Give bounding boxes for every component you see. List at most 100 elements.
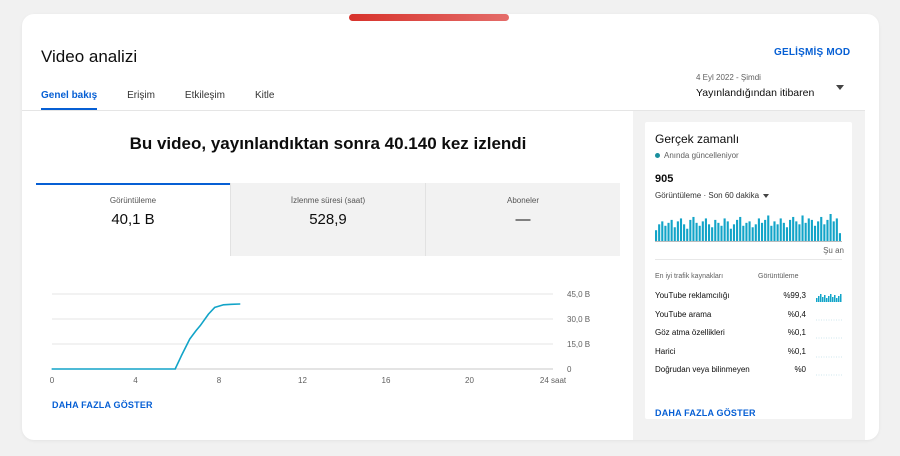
metric-value: — [515,211,531,228]
realtime-title: Gerçek zamanlı [655,132,740,146]
spark-bar [824,295,826,302]
data-point [199,325,201,327]
realtime-bar [801,215,804,242]
x-tick-label: 16 [382,376,391,385]
realtime-card: Gerçek zamanlı Anında güncelleniyor 905 … [645,122,852,419]
realtime-count: 905 [655,173,674,185]
tab-reach[interactable]: Erişim [127,84,155,110]
realtime-bar [732,224,736,242]
realtime-bar [764,219,767,242]
views-series-line [52,303,240,370]
traffic-source-sparkline [816,294,842,302]
realtime-bar [667,222,670,242]
realtime-bar [723,218,726,242]
realtime-bar [717,222,720,242]
metric-value: 528,9 [309,211,347,228]
realtime-bar [838,233,841,242]
data-point [207,313,210,315]
data-point [222,304,224,306]
x-tick-label: 8 [217,376,222,385]
realtime-bar [698,225,701,242]
views-line-chart: 0 15,0 B 30,0 B 45,0 B 0 4 8 12 16 20 24 saat [50,290,590,385]
date-range-dates: 4 Eyl 2022 - Şimdi [696,73,761,82]
realtime-bar [810,219,813,242]
realtime-bar [804,222,807,242]
realtime-bar [720,225,723,242]
data-point [195,330,197,332]
realtime-bar [817,221,820,242]
metric-tabs: Görüntüleme 40,1 B İzlenme süresi (saat)… [36,183,620,256]
realtime-bar [670,219,673,242]
traffic-sources-views-header: Görüntüleme [758,273,799,280]
realtime-bar [658,224,661,242]
traffic-source-sparkline [816,337,842,339]
data-point [189,338,191,340]
x-tick-label: 12 [298,376,307,385]
chevron-down-icon [763,193,770,198]
realtime-metric-dropdown[interactable]: Görüntüleme · Son 60 dakika [655,191,770,200]
realtime-bar [701,221,704,242]
tab-overview[interactable]: Genel bakış [41,84,98,110]
data-point [239,303,241,305]
realtime-bar [776,224,779,242]
metric-watch-time[interactable]: İzlenme süresi (saat) 528,9 [230,183,425,256]
spark-bar [830,294,832,302]
traffic-source-value: %99,3 [783,291,806,300]
traffic-source-name: Göz atma özellikleri [655,328,725,337]
x-tick-label: 24 saat [540,376,567,385]
date-range-label: Yayınlandığından itibaren [696,87,815,99]
realtime-bar [820,216,823,242]
realtime-bar [795,221,798,242]
spark-bar [826,298,828,302]
traffic-source-row: YouTube reklamcılığı %99,3 [655,290,842,302]
spark-bar [822,297,824,302]
realtime-bar [711,227,714,242]
x-tick-label: 0 [50,376,55,385]
divider [655,259,842,260]
realtime-bar [748,221,751,242]
spark-bar [836,298,838,302]
realtime-bar [760,222,764,242]
realtime-bar [829,214,832,242]
chevron-down-icon [836,85,844,90]
traffic-source-sparkline [816,319,842,320]
advanced-mode-link[interactable]: GELİŞMİŞ MOD [774,47,850,58]
page-title: Video analizi [41,47,138,66]
realtime-metric-label: Görüntüleme · Son 60 dakika [655,191,760,200]
tab-engagement[interactable]: Etkileşim [185,84,225,110]
realtime-bar [661,221,664,242]
realtime-bar [751,227,754,242]
spark-bar [834,295,836,302]
realtime-bar [773,221,776,242]
traffic-source-row: Göz atma özellikleri %0,1 [655,327,842,339]
realtime-bar [789,219,792,242]
y-tick-label: 30,0 B [567,315,590,324]
spark-bar [828,296,830,302]
realtime-bar [683,224,686,242]
data-point [180,355,183,357]
realtime-bar [785,227,789,242]
traffic-source-name: Harici [655,346,676,356]
drag-handle[interactable] [349,14,509,21]
metric-views[interactable]: Görüntüleme 40,1 B [36,183,230,256]
tab-audience[interactable]: Kitle [255,84,274,110]
realtime-bar [832,221,835,242]
traffic-source-sparkline [816,356,842,357]
y-tick-label: 15,0 B [567,340,590,349]
realtime-subtitle-text: Anında güncelleniyor [664,151,739,160]
date-range-selector[interactable]: 4 Eyl 2022 - Şimdi Yayınlandığından itib… [696,73,844,99]
realtime-bar [689,219,692,242]
realtime-bar [826,219,829,242]
metric-label: İzlenme süresi (saat) [290,196,366,205]
realtime-bar [813,225,817,242]
realtime-bar [807,218,810,242]
realtime-bar [792,216,795,242]
realtime-show-more-button[interactable]: DAHA FAZLA GÖSTER [655,408,756,418]
metric-subscribers[interactable]: Aboneler — [425,183,620,256]
show-more-button[interactable]: DAHA FAZLA GÖSTER [52,400,153,410]
realtime-bar [739,216,742,242]
realtime-bar [692,216,695,242]
traffic-source-name: Doğrudan veya bilinmeyen [655,365,750,374]
realtime-bar [770,225,773,242]
realtime-bar [835,218,838,242]
